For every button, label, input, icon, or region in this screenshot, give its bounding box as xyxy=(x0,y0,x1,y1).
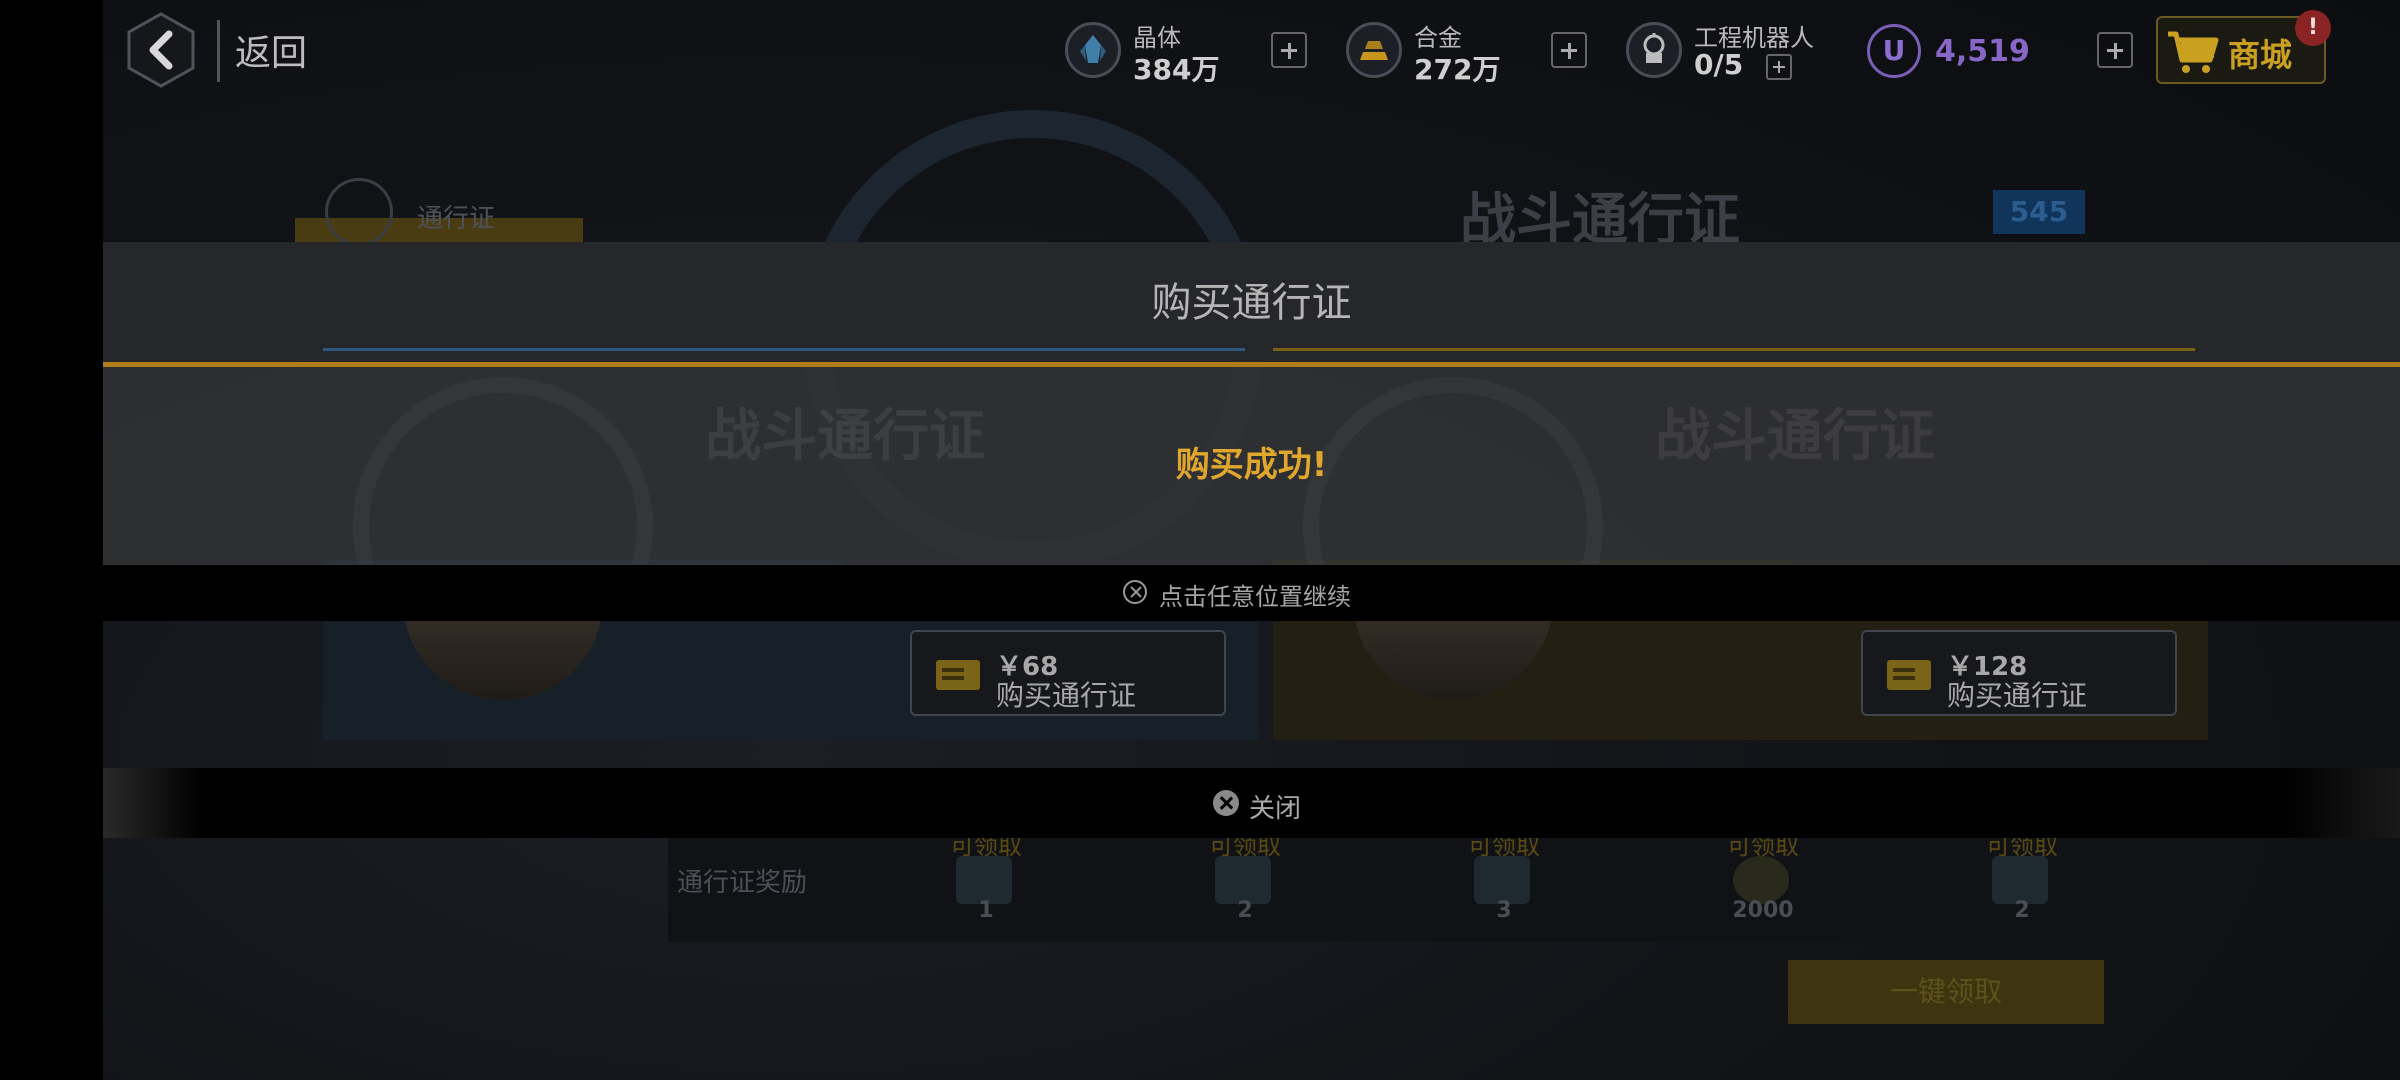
robot-value: 0/5 xyxy=(1694,48,1744,81)
buy-premium-pass-button[interactable]: ￥128 购买通行证 xyxy=(1861,630,2177,716)
reward-item[interactable]: 可领取 2 xyxy=(1952,826,2092,942)
u-coin-value: 4,519 xyxy=(1935,34,2030,69)
pass-emblem-icon xyxy=(325,178,393,246)
premium-tab-underline xyxy=(1273,348,2195,351)
reward-item[interactable]: 可领取 2 xyxy=(1175,826,1315,942)
back-label[interactable]: 返回 xyxy=(235,24,307,76)
add-alloy-button[interactable] xyxy=(1551,32,1587,68)
shopping-cart-icon xyxy=(2168,31,2219,73)
popup-header: 购买通行证 xyxy=(103,242,2400,362)
blueprint-chip-icon xyxy=(1474,856,1530,904)
rewards-label: 通行证奖励 xyxy=(677,868,808,898)
purchase-success-message: 购买成功! xyxy=(1175,445,1328,485)
blueprint-chip-icon xyxy=(1215,856,1271,904)
close-label: 关闭 xyxy=(1249,794,1302,824)
continue-bar[interactable]: 点击任意位置继续 xyxy=(103,565,2400,621)
crystal-value: 384万 xyxy=(1133,53,1220,86)
rewards-row xyxy=(668,826,2108,942)
u-coin-icon: U xyxy=(1867,24,1921,78)
mystery-box-icon xyxy=(956,856,1012,904)
bank-card-icon xyxy=(936,660,980,690)
reward-item[interactable]: 可领取 3 xyxy=(1434,826,1574,942)
coin-stack-icon xyxy=(1733,856,1789,904)
buy-pass-label: 购买通行证 xyxy=(1947,679,2088,712)
reward-qty: 2 xyxy=(1237,898,1253,923)
close-icon xyxy=(1213,790,1239,816)
robot-icon xyxy=(1626,22,1682,78)
top-bar: 返回 晶体 384万 合金 272万 工程机器人 0/5 U 4,519 商城 … xyxy=(103,0,2400,100)
shop-label: 商城 xyxy=(2228,36,2293,74)
standard-tab-underline xyxy=(323,348,1245,351)
notification-badge: ! xyxy=(2295,10,2331,46)
close-circle-icon xyxy=(1123,580,1147,604)
continue-label: 点击任意位置继续 xyxy=(1159,583,1351,611)
popup-title: 购买通行证 xyxy=(1151,280,1352,326)
reward-item[interactable]: 可领取 2000 xyxy=(1693,826,1833,942)
reward-qty: 2 xyxy=(2014,898,2030,923)
buy-standard-pass-button[interactable]: ￥68 购买通行证 xyxy=(910,630,1226,716)
game-screen[interactable]: 返回 晶体 384万 合金 272万 工程机器人 0/5 U 4,519 商城 … xyxy=(103,0,2400,1080)
reward-qty: 1 xyxy=(978,898,994,923)
crystal-icon xyxy=(1065,22,1121,78)
reward-qty: 3 xyxy=(1496,898,1512,923)
pass-level-badge: 545 xyxy=(1993,190,2085,234)
crystal-resource: 晶体 384万 xyxy=(1065,18,1219,86)
add-u-coin-button[interactable] xyxy=(2097,32,2133,68)
back-divider xyxy=(217,20,220,82)
back-arrow-icon xyxy=(127,12,195,88)
bank-card-icon xyxy=(1887,660,1931,690)
buy-pass-label: 购买通行证 xyxy=(996,679,1137,712)
alloy-ingot-icon xyxy=(1346,22,1402,78)
popup-body: 战斗通行证 战斗通行证 购买成功! xyxy=(103,367,2400,565)
pass-tab[interactable]: 通行证 xyxy=(295,178,583,248)
blueprint-chip-icon xyxy=(1992,856,2048,904)
close-bar[interactable]: 关闭 xyxy=(103,768,2400,838)
alloy-value: 272万 xyxy=(1414,53,1501,86)
add-crystal-button[interactable] xyxy=(1271,32,1307,68)
claim-all-button[interactable]: 一键领取 xyxy=(1788,960,2104,1024)
reward-qty: 2000 xyxy=(1732,898,1794,923)
back-button[interactable] xyxy=(121,10,201,90)
reward-item[interactable]: 可领取 1 xyxy=(916,826,1056,942)
pass-tab-label: 通行证 xyxy=(417,204,496,234)
add-robot-button[interactable] xyxy=(1766,54,1792,80)
robot-resource: 工程机器人 0/5 xyxy=(1626,18,1826,82)
alloy-resource: 合金 272万 xyxy=(1346,18,1500,86)
